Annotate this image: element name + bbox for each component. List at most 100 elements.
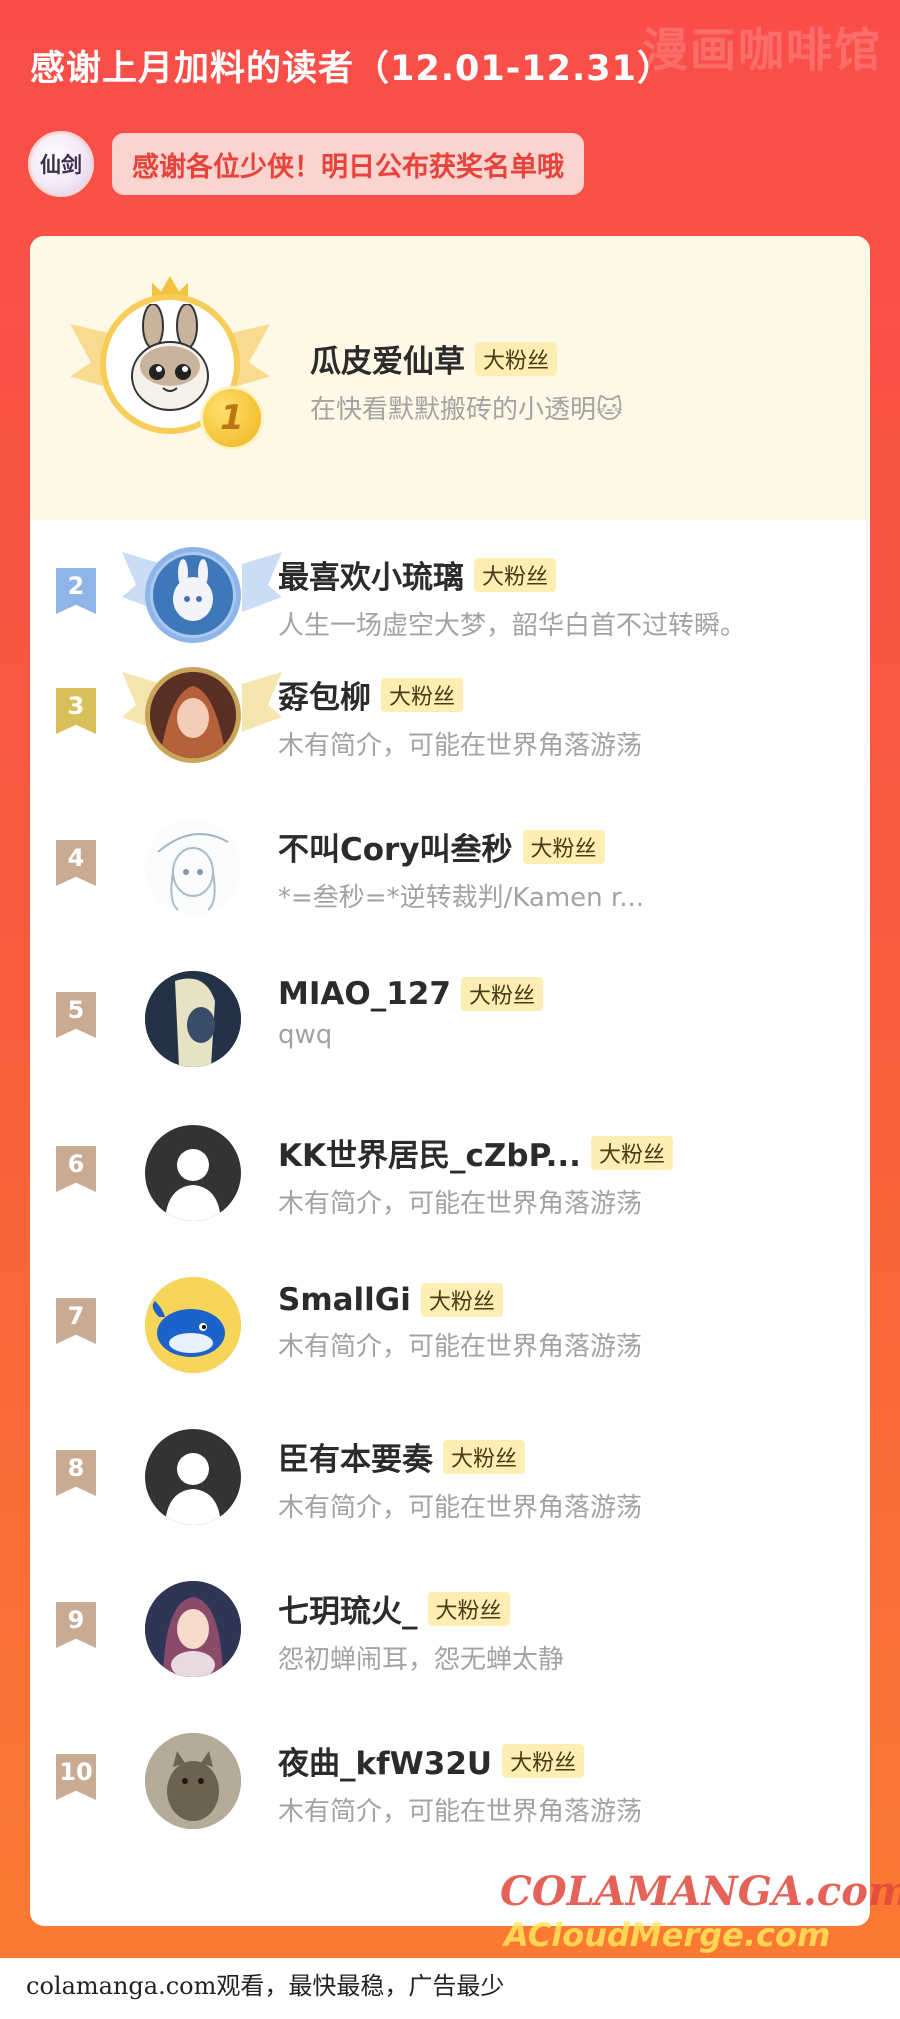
name-line: 七玥琉火_ 大粉丝	[278, 1586, 564, 1631]
rank-flag: 6	[56, 1146, 96, 1192]
fan-info: SmallGi 大粉丝 木有简介，可能在世界角落游荡	[278, 1282, 642, 1363]
fan-level-badge: 大粉丝	[502, 1743, 585, 1778]
rank-flag: 5	[56, 992, 96, 1038]
fan-bio: qwq	[278, 1020, 333, 1050]
page-title: 感谢上月加料的读者（12.01-12.31）	[30, 49, 673, 89]
sketch-girl-avatar-icon	[157, 833, 229, 911]
fan-level-badge: 大粉丝	[443, 1439, 526, 1474]
rank-flag: 7	[56, 1298, 96, 1344]
rank-flag: 8	[56, 1450, 96, 1496]
top-fan-info: 瓜皮爱仙草 大粉丝 在快看默默搬砖的小透明🐱	[310, 336, 623, 426]
avatar[interactable]	[145, 667, 241, 763]
name-line: SmallGi 大粉丝	[278, 1282, 642, 1318]
fan-bio: 木有简介，可能在世界角落游荡	[278, 731, 643, 761]
fan-bio: 木有简介，可能在世界角落游荡	[278, 1332, 643, 1362]
wing-right-icon	[242, 672, 282, 732]
anime-character-avatar-icon	[145, 971, 241, 1067]
fan-name[interactable]: 瓜皮爱仙草	[310, 336, 465, 381]
avatar[interactable]	[145, 1733, 241, 1829]
rank-badge: 1	[200, 386, 264, 450]
name-line: 不叫Cory叫叁秒 大粉丝	[278, 824, 644, 869]
rank-flag: 3	[56, 688, 96, 734]
list-item[interactable]: 5 MIAO_127 大粉丝 qwq	[30, 944, 870, 1097]
fan-info: 夜曲_kfW32U 大粉丝 木有简介，可能在世界角落游荡	[278, 1738, 642, 1828]
anime-girl-avatar-icon	[150, 672, 236, 758]
rank-flag: 4	[56, 840, 96, 886]
list-item[interactable]: 6 KK世界居民_cZbP... 大粉丝 木有简介，可能在世界角落游荡	[30, 1098, 870, 1251]
fan-bio: 人生一场虚空大梦，韶华白首不过转瞬。	[278, 611, 747, 641]
avatar[interactable]	[145, 1581, 241, 1677]
fan-bio: 木有简介，可能在世界角落游荡	[278, 1493, 643, 1523]
fan-info: KK世界居民_cZbP... 大粉丝 木有简介，可能在世界角落游荡	[278, 1130, 673, 1220]
footer-text[interactable]: colamanga.com观看，最快最稳，广告最少	[26, 1966, 504, 2001]
avatar[interactable]	[145, 971, 241, 1067]
fan-level-badge: 大粉丝	[522, 829, 605, 864]
fan-bio: 木有简介，可能在世界角落游荡	[278, 1189, 643, 1219]
rank-flag: 10	[56, 1754, 96, 1800]
fan-name[interactable]: 最喜欢小琉璃	[278, 552, 464, 597]
name-line: 夜曲_kfW32U 大粉丝	[278, 1738, 642, 1783]
fan-level-badge: 大粉丝	[475, 341, 558, 376]
name-line: KK世界居民_cZbP... 大粉丝	[278, 1130, 673, 1175]
name-line: MIAO_127 大粉丝	[278, 976, 543, 1012]
fan-level-badge: 大粉丝	[427, 1591, 510, 1626]
list-item[interactable]: 7 SmallGi 大粉丝 木有简介，可能在世界角落游荡	[30, 1250, 870, 1403]
fan-name[interactable]: KK世界居民_cZbP...	[278, 1130, 581, 1175]
avatar[interactable]	[145, 819, 241, 915]
list-item[interactable]: 8 臣有本要奏 大粉丝 木有简介，可能在世界角落游荡	[30, 1402, 870, 1555]
fan-name[interactable]: 七玥琉火_	[278, 1586, 418, 1631]
fan-bio: 怨初蝉闹耳，怨无蝉太静	[278, 1645, 565, 1675]
fan-level-badge: 大粉丝	[381, 677, 464, 712]
logo: 仙剑	[28, 131, 94, 197]
list-item[interactable]: 4 不叫Cory叫叁秒 大粉丝 *=叁秒=*逆转裁判/Kamen r...	[30, 792, 870, 945]
avatar[interactable]	[145, 1277, 241, 1373]
watermark-colamanga: COLAMANGA.com	[500, 1868, 900, 1915]
rank-flag: 9	[56, 1602, 96, 1648]
fan-name[interactable]: 臣有本要奏	[278, 1434, 433, 1479]
name-line: 最喜欢小琉璃 大粉丝	[278, 552, 746, 597]
rank-flag: 2	[56, 568, 96, 614]
fan-info: MIAO_127 大粉丝 qwq	[278, 976, 543, 1050]
anime-girl-avatar-icon	[145, 1581, 241, 1677]
fan-list-card: 1 瓜皮爱仙草 大粉丝 在快看默默搬砖的小透明🐱 2 最喜欢小琉璃 大粉丝 人生…	[30, 236, 870, 1926]
avatar[interactable]	[145, 1429, 241, 1525]
name-line: 瓜皮爱仙草 大粉丝	[310, 336, 623, 381]
fan-info: 孬包柳 大粉丝 木有简介，可能在世界角落游荡	[278, 672, 642, 762]
list-item[interactable]: 10 夜曲_kfW32U 大粉丝 木有简介，可能在世界角落游荡	[30, 1706, 870, 1859]
fan-name[interactable]: 夜曲_kfW32U	[278, 1738, 492, 1783]
name-line: 臣有本要奏 大粉丝	[278, 1434, 642, 1479]
avatar[interactable]	[145, 1125, 241, 1221]
cat-photo-avatar-icon	[145, 1733, 241, 1829]
avatar[interactable]	[145, 547, 241, 643]
default-user-avatar-icon	[165, 1149, 221, 1221]
fan-bio: *=叁秒=*逆转裁判/Kamen r...	[278, 883, 645, 913]
fan-name[interactable]: 孬包柳	[278, 672, 371, 717]
top-avatar-frame: 1	[70, 276, 270, 466]
fan-bio: 在快看默默搬砖的小透明🐱	[310, 395, 624, 425]
watermark-top: 漫画咖啡馆	[642, 23, 882, 77]
fan-level-badge: 大粉丝	[460, 977, 543, 1011]
watermark-acloudmerge: ACloudMerge.com	[504, 1916, 831, 1954]
fan-name[interactable]: 不叫Cory叫叁秒	[278, 824, 513, 869]
wing-right-icon	[242, 552, 282, 612]
fan-bio: 木有简介，可能在世界角落游荡	[278, 1797, 643, 1827]
name-line: 孬包柳 大粉丝	[278, 672, 642, 717]
whale-avatar-icon	[145, 1277, 241, 1373]
list-item[interactable]: 3 孬包柳 大粉丝 木有简介，可能在世界角落游荡	[30, 640, 870, 793]
fan-info: 最喜欢小琉璃 大粉丝 人生一场虚空大梦，韶华白首不过转瞬。	[278, 552, 746, 642]
fan-info: 臣有本要奏 大粉丝 木有简介，可能在世界角落游荡	[278, 1434, 642, 1524]
poster: 漫画咖啡馆 感谢上月加料的读者（12.01-12.31） 仙剑 感谢各位少侠！明…	[0, 0, 900, 1958]
list-item[interactable]: 9 七玥琉火_ 大粉丝 怨初蝉闹耳，怨无蝉太静	[30, 1554, 870, 1707]
anime-girl-avatar-icon	[153, 555, 233, 635]
default-user-avatar-icon	[165, 1453, 221, 1525]
fan-level-badge: 大粉丝	[420, 1283, 503, 1317]
notice-row: 仙剑 感谢各位少侠！明日公布获奖名单哦	[28, 128, 584, 200]
notice-bubble: 感谢各位少侠！明日公布获奖名单哦	[112, 133, 584, 195]
top-fan-row[interactable]: 1 瓜皮爱仙草 大粉丝 在快看默默搬砖的小透明🐱	[30, 236, 870, 520]
fan-name[interactable]: MIAO_127	[278, 976, 451, 1012]
fan-level-badge: 大粉丝	[474, 557, 557, 592]
fan-info: 不叫Cory叫叁秒 大粉丝 *=叁秒=*逆转裁判/Kamen r...	[278, 824, 644, 914]
fan-level-badge: 大粉丝	[590, 1135, 673, 1170]
fan-info: 七玥琉火_ 大粉丝 怨初蝉闹耳，怨无蝉太静	[278, 1586, 564, 1676]
fan-name[interactable]: SmallGi	[278, 1282, 411, 1318]
